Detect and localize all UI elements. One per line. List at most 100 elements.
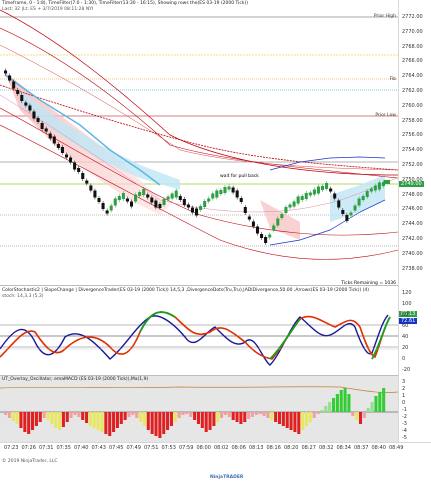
- histogram-bar: [135, 412, 139, 418]
- price-tick-label: 2746.00: [402, 206, 423, 213]
- osc-tick-label: 100: [402, 301, 412, 307]
- stoch-d-line-up: [371, 316, 391, 360]
- hist-tick-label: 1: [402, 393, 406, 399]
- histogram-bar: [81, 412, 85, 420]
- histogram-bar: [316, 412, 320, 414]
- hist-tick-label: -4: [402, 428, 407, 434]
- histogram-bar: [31, 412, 35, 430]
- time-tick-label: 07:40: [74, 445, 89, 451]
- price-tick-label: 2766.00: [402, 58, 423, 65]
- price-tick-label: 2742.00: [402, 236, 423, 242]
- time-axis[interactable]: 07:23 07:26 07:31 07:35 07:40 07:43 07:45 07:49…: [0, 442, 431, 481]
- time-tick-label: 07:31: [39, 445, 54, 451]
- histogram-bar: [343, 388, 347, 412]
- price-tick-label: 2738.00: [402, 265, 423, 272]
- histogram-bar: [34, 412, 38, 426]
- histogram-bar: [142, 412, 146, 426]
- histogram-bar: [131, 412, 135, 415]
- stoch-d-line: [0, 311, 391, 360]
- histogram-bar: [127, 412, 131, 417]
- price-axis[interactable]: 2772.00 2770.00 2768.00 2766.00 2764.00 2762.…: [398, 0, 431, 442]
- histogram-bar: [358, 412, 363, 424]
- fib-label: Fib: [389, 77, 396, 82]
- histogram-bar: [162, 412, 166, 434]
- osc-tick-label: 40: [402, 334, 409, 340]
- histogram-bar: [366, 408, 370, 412]
- price-panel[interactable]: Timeframe, 0 - 1:8), TimeFilter(7.0 - 1:…: [0, 0, 398, 286]
- histogram-bar: [355, 412, 359, 420]
- histogram-bar: [173, 412, 177, 422]
- histogram-bar: [181, 412, 185, 415]
- histogram-bar: [258, 412, 262, 414]
- histogram-bar: [374, 396, 378, 412]
- time-tick-label: 08:32: [319, 445, 334, 451]
- time-tick-label: 07:49: [126, 445, 141, 451]
- histogram-bar: [88, 412, 92, 426]
- histogram-bar: [277, 412, 282, 424]
- histogram-bar: [262, 412, 266, 416]
- histogram-bar: [27, 412, 31, 434]
- histogram-panel[interactable]: UT_Overlay_Oscillator, emaMACD (ES 03-19…: [0, 376, 398, 442]
- histogram-bar: [281, 412, 285, 426]
- price-tick-label: 2764.00: [402, 73, 423, 80]
- time-tick-label: 07:51: [144, 445, 159, 451]
- osc-tick-label: 60: [402, 323, 409, 329]
- histogram-bar: [19, 412, 23, 428]
- signal-line: [0, 386, 398, 393]
- osc-tick-label: 0: [402, 356, 406, 362]
- histogram-bar: [177, 412, 181, 418]
- time-tick-label: 07:59: [179, 445, 194, 451]
- histogram-bar: [61, 412, 65, 427]
- price-tick-label: 2744.00: [402, 221, 423, 228]
- histogram-bar: [247, 412, 251, 419]
- histogram-bar: [139, 412, 143, 422]
- time-tick-label: 08:49: [389, 445, 404, 451]
- histogram-bar: [212, 412, 216, 426]
- histogram-bar: [254, 412, 258, 415]
- histogram-bar: [169, 412, 173, 426]
- histogram-bar: [200, 412, 204, 428]
- histogram-bar: [46, 412, 50, 420]
- histogram-bar: [324, 406, 328, 412]
- histogram-bar: [216, 412, 220, 422]
- histogram-bar: [166, 412, 170, 430]
- time-tick-label: 07:23: [4, 445, 19, 451]
- histogram-bar: [289, 412, 293, 430]
- histogram-bar: [304, 412, 309, 426]
- histogram-bar: [193, 412, 197, 420]
- histogram-bar: [150, 412, 154, 434]
- histogram-bar: [243, 412, 247, 422]
- histogram-chart: [0, 386, 398, 438]
- histogram-bar: [270, 412, 274, 420]
- osc-tick-label: 120: [402, 290, 412, 296]
- price-tick-label: 2740.00: [402, 250, 423, 257]
- price-chart[interactable]: [0, 0, 398, 283]
- histogram-bar: [100, 412, 104, 432]
- pane-separator[interactable]: [0, 285, 431, 286]
- price-tick-label: 2756.00: [402, 132, 423, 139]
- price-tick-label: 2752.00: [402, 162, 423, 168]
- histogram-bar: [235, 412, 239, 422]
- band-line: [0, 44, 398, 171]
- histogram-bar: [15, 412, 19, 424]
- histogram-bar: [312, 412, 316, 418]
- histogram-bar: [158, 412, 162, 438]
- price-tick-label: 2768.00: [402, 43, 423, 50]
- histogram-bar: [362, 412, 366, 418]
- time-tick-label: 08:20: [284, 445, 299, 451]
- histogram-bar: [227, 412, 231, 417]
- histogram-bar: [250, 412, 255, 417]
- time-tick-label: 08:00: [196, 445, 211, 451]
- stochastic-panel[interactable]: ColorStochastic2 | SlopeChange | Diverge…: [0, 287, 398, 375]
- price-tick-label: 2748.00: [402, 191, 423, 198]
- hist-tick-label: 3: [402, 379, 406, 385]
- price-tick-label: 2762.00: [402, 88, 423, 94]
- histogram-bar: [382, 388, 386, 412]
- time-tick-label: 08:34: [336, 445, 351, 451]
- histogram-bar: [4, 412, 8, 415]
- histogram-bar: [96, 412, 100, 430]
- histogram-bar: [266, 412, 270, 418]
- histogram-bar: [50, 412, 54, 424]
- histogram-bar: [239, 412, 243, 424]
- time-tick-label: 07:43: [91, 445, 106, 451]
